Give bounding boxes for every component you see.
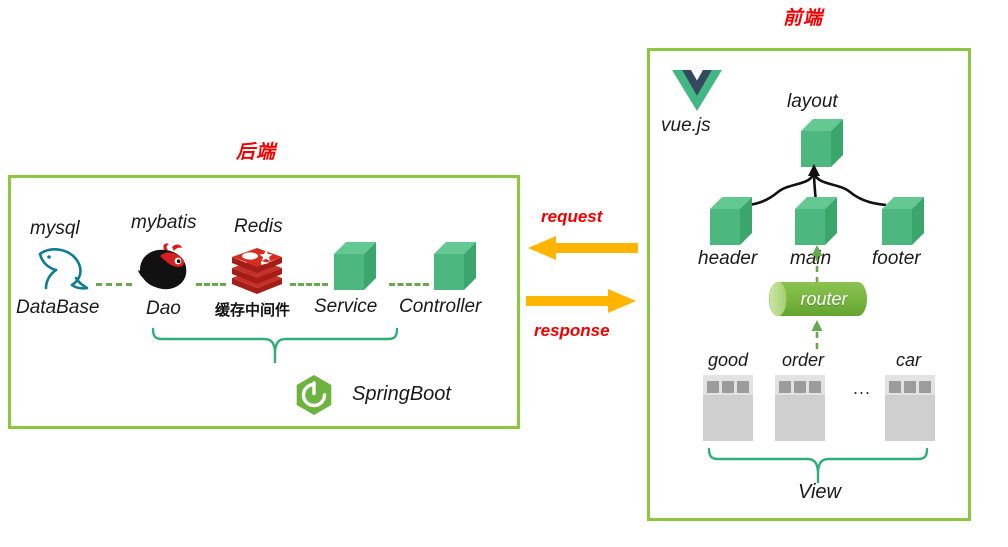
router-cylinder-icon[interactable] <box>768 281 868 317</box>
vuejs-label: vue.js <box>661 115 711 136</box>
database-role-label: DataBase <box>16 297 100 318</box>
header-node-label: header <box>698 248 758 269</box>
main-green-cube-icon <box>795 197 837 245</box>
controller-green-cube-icon <box>434 242 476 290</box>
view-order-page-icon[interactable] <box>775 375 825 441</box>
footer-node-label: footer <box>872 248 921 269</box>
springboot-grouping-brace <box>151 327 399 363</box>
cache-role-label: 缓存中间件 <box>215 302 291 319</box>
backend-section-title: 后端 <box>236 142 277 163</box>
view-group-label: View <box>798 481 841 503</box>
dao-role-label: Dao <box>146 298 181 319</box>
mybatis-tech-label: mybatis <box>131 212 197 233</box>
right-arrow-icon <box>526 289 636 313</box>
controller-role-label: Controller <box>399 296 482 317</box>
view-order-label: order <box>782 350 825 370</box>
connector-service-controller <box>389 283 429 286</box>
redis-tech-label: Redis <box>234 216 283 237</box>
view-good-page-icon[interactable] <box>703 375 753 441</box>
mysql-tech-label: mysql <box>30 218 80 239</box>
layout-node-label: layout <box>787 91 838 112</box>
springboot-label: SpringBoot <box>352 383 451 405</box>
page-square <box>904 381 916 393</box>
page-square <box>794 381 806 393</box>
page-square <box>889 381 901 393</box>
view-good-label: good <box>708 350 749 370</box>
response-label: response <box>534 321 610 340</box>
request-label: request <box>541 207 603 226</box>
views-ellipsis: ... <box>853 378 872 398</box>
vue-logo-icon <box>672 70 722 111</box>
views-to-router-arrow <box>811 320 823 349</box>
page-square <box>722 381 734 393</box>
page-square <box>707 381 719 393</box>
connector-database-dao <box>96 283 132 286</box>
diagram-canvas: 后端 mysql DataBase mybatis Dao Redis 缓存中间… <box>0 0 1008 547</box>
left-arrow-icon <box>528 236 638 260</box>
footer-green-cube-icon <box>882 197 924 245</box>
page-square <box>779 381 791 393</box>
redis-stack-icon <box>232 248 282 294</box>
view-car-label: car <box>896 350 922 370</box>
frontend-section-title: 前端 <box>783 8 824 29</box>
springboot-leaf-icon <box>296 375 332 415</box>
connector-dao-cache <box>196 283 226 286</box>
view-car-page-icon[interactable] <box>885 375 935 441</box>
mybatis-bird-icon <box>138 243 187 290</box>
page-square <box>737 381 749 393</box>
connector-cache-service <box>290 283 328 286</box>
service-role-label: Service <box>314 296 378 317</box>
page-square <box>919 381 931 393</box>
mysql-dolphin-icon <box>38 248 89 290</box>
page-square <box>809 381 821 393</box>
router-to-main-arrow <box>811 245 823 283</box>
view-grouping-brace <box>707 447 929 483</box>
service-green-cube-icon <box>334 242 376 290</box>
header-green-cube-icon <box>710 197 752 245</box>
